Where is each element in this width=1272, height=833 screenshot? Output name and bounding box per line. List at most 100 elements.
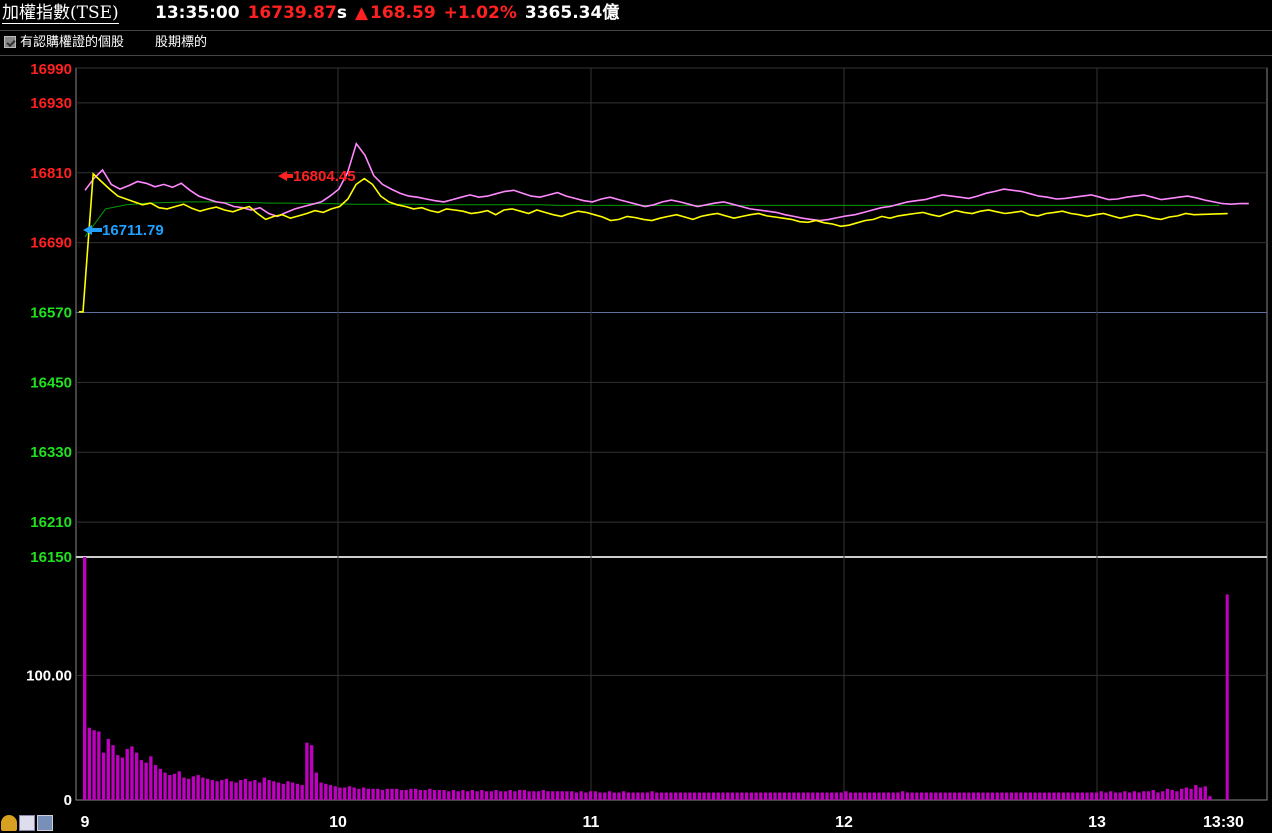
volume-bar: [995, 792, 999, 800]
volume-bar: [1099, 791, 1103, 800]
volume-bar: [201, 777, 205, 800]
bell-icon[interactable]: [1, 815, 17, 831]
volume-bar: [125, 748, 129, 800]
volume-bar: [1090, 792, 1094, 800]
volume-bar: [139, 760, 144, 800]
volume-bar: [1170, 790, 1174, 800]
volume-bar: [262, 777, 267, 800]
volume-bar: [990, 792, 995, 800]
grid: [76, 67, 1267, 800]
volume-bar: [243, 778, 248, 800]
volume-bar: [716, 792, 720, 800]
volume-bar: [598, 792, 602, 800]
volume-bar: [1203, 786, 1207, 800]
price-axis: 16990 16930 16810 16690 16570 16450 16330 16210…: [30, 61, 72, 566]
price-tick-label: 16210: [30, 514, 72, 531]
volume-axis: 100.00 0: [26, 667, 72, 809]
volume-bar: [527, 791, 531, 800]
volume-bar: [830, 792, 834, 800]
volume-bar: [399, 790, 404, 800]
volume-bar: [1052, 792, 1056, 800]
volume-bar: [210, 780, 214, 800]
volume-bar: [929, 792, 933, 800]
volume-bar: [825, 792, 829, 800]
page-icon[interactable]: [37, 815, 53, 831]
volume-bar: [683, 792, 687, 800]
volume-bar: [508, 790, 512, 800]
volume-bar: [437, 790, 441, 800]
volume-bar: [451, 790, 456, 800]
volume-bar: [1014, 792, 1018, 800]
time-axis: 9 10 11 12 13 13:30: [81, 814, 1245, 831]
chart-tool-icon[interactable]: [19, 815, 35, 831]
volume-bar: [135, 752, 139, 800]
volume-bar: [1019, 792, 1023, 800]
volume-bar: [456, 791, 460, 800]
volume-bar: [839, 792, 843, 800]
volume-bar: [749, 792, 754, 800]
volume-bar: [607, 791, 612, 800]
volume-bar: [224, 778, 229, 800]
volume-bar: [163, 772, 167, 800]
volume-bar: [87, 727, 92, 800]
volume-bar: [853, 792, 858, 800]
volume-bar: [967, 792, 971, 800]
volume-bar: [806, 792, 810, 800]
volume-bar: [338, 787, 342, 800]
volume-bar: [631, 792, 635, 800]
volume-bar: [281, 783, 285, 800]
volume-bar: [475, 791, 479, 800]
volume-bar: [900, 791, 905, 800]
volume-bar: [801, 792, 806, 800]
volume-bar: [532, 791, 536, 800]
volume-bar: [503, 791, 508, 800]
volume-bar: [858, 792, 862, 800]
volume-bar: [106, 738, 110, 800]
volume-tick-label: 0: [64, 792, 72, 809]
volume-bar: [1071, 792, 1075, 800]
volume-bar: [484, 791, 489, 800]
plot-frame: [75, 67, 1268, 801]
volume-bar: [664, 792, 668, 800]
volume-bar: [149, 756, 153, 800]
volume-bar: [153, 765, 158, 800]
volume-bar: [640, 792, 645, 800]
volume-bar: [891, 792, 895, 800]
volume-bar: [1075, 792, 1080, 800]
volume-bar: [584, 792, 588, 800]
volume-bar: [1094, 792, 1099, 800]
volume-bar: [678, 792, 683, 800]
volume-bar: [778, 792, 782, 800]
volume-bar: [499, 791, 503, 800]
volume-bar: [1127, 792, 1132, 800]
volume-bar: [863, 792, 867, 800]
volume-bar: [844, 791, 848, 800]
volume-bar: [924, 792, 928, 800]
volume-bar: [669, 792, 673, 800]
volume-bar: [1123, 791, 1127, 800]
volume-bar: [872, 792, 876, 800]
volume-bar: [1189, 788, 1193, 800]
volume-bar: [617, 792, 621, 800]
volume-bar: [465, 791, 470, 800]
volume-bar: [1028, 792, 1032, 800]
volume-bar: [754, 792, 758, 800]
volume-bar: [300, 785, 304, 800]
volume-bar: [938, 792, 943, 800]
volume-bar: [442, 790, 446, 800]
volume-bar: [782, 792, 787, 800]
volume-bar: [191, 776, 196, 800]
volume-bar: [291, 782, 295, 800]
volume-bar: [688, 792, 692, 800]
volume-bar: [324, 783, 328, 800]
volume-bar: [551, 791, 555, 800]
volume-bar: [229, 781, 233, 800]
time-tick-label: 13: [1088, 814, 1106, 831]
volume-bar: [447, 791, 451, 800]
volume-bar: [1009, 792, 1014, 800]
volume-bar: [546, 791, 550, 800]
volume-bar: [187, 778, 191, 800]
price-tick-label: 16990: [30, 61, 72, 78]
volume-bar: [1038, 792, 1042, 800]
volume-bar: [248, 781, 252, 800]
